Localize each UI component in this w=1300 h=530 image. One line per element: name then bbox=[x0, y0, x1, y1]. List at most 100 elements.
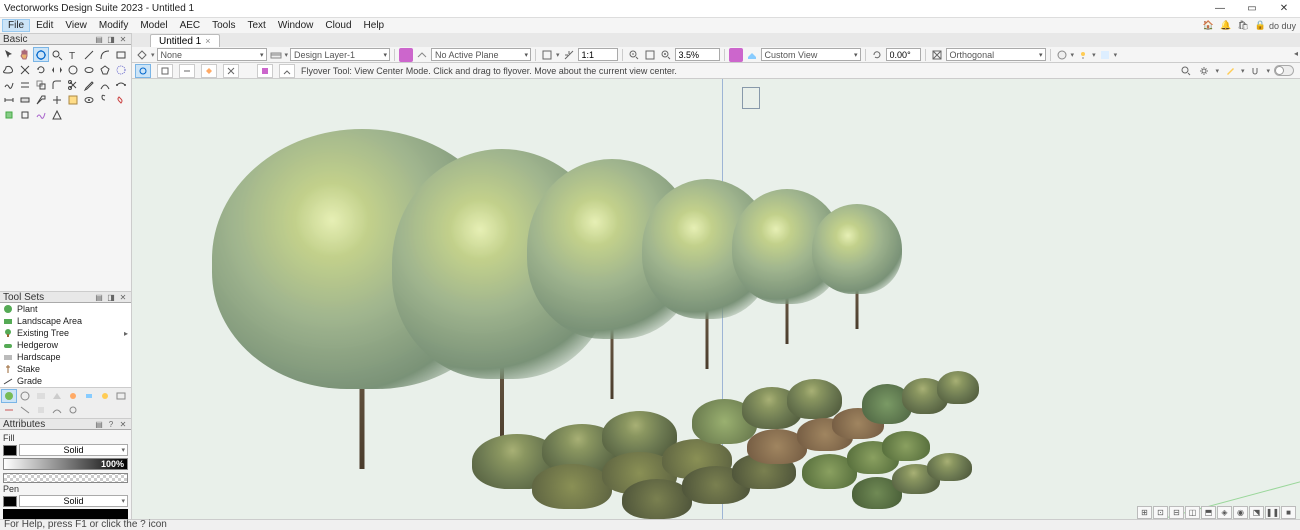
projection-icon[interactable] bbox=[930, 48, 944, 62]
toolsets-close-icon[interactable]: ✕ bbox=[118, 292, 128, 302]
tab-close-icon[interactable]: × bbox=[205, 36, 210, 46]
attributes-help-icon[interactable]: ? bbox=[106, 419, 116, 429]
eyedropper-tool[interactable] bbox=[81, 77, 97, 92]
pen-style-combo[interactable]: Solid bbox=[19, 495, 128, 507]
rotation-icon[interactable] bbox=[870, 48, 884, 62]
toolset-grade[interactable]: Grade bbox=[0, 375, 131, 387]
menu-cloud[interactable]: Cloud bbox=[319, 19, 357, 32]
saved-view-icon[interactable] bbox=[540, 48, 554, 62]
tsi-10[interactable] bbox=[17, 403, 33, 417]
toolsets-undock-icon[interactable]: ◨ bbox=[106, 292, 116, 302]
zoom-fit-icon[interactable] bbox=[643, 48, 657, 62]
minimize-button[interactable]: — bbox=[1208, 2, 1232, 16]
vp-btn-8[interactable]: ⬔ bbox=[1249, 506, 1264, 519]
snap-icon[interactable] bbox=[1248, 64, 1262, 78]
fill-opacity-slider[interactable]: 100% bbox=[3, 458, 128, 470]
maximize-button[interactable]: ▭ bbox=[1240, 2, 1264, 16]
toolset-plant[interactable]: Plant bbox=[0, 303, 131, 315]
projection-combo[interactable]: Orthogonal bbox=[946, 48, 1046, 61]
menu-help[interactable]: Help bbox=[358, 19, 391, 32]
fill-pattern-preview[interactable] bbox=[3, 473, 128, 483]
highlight-icon[interactable] bbox=[1223, 64, 1237, 78]
toolset-hardscape[interactable]: Hardscape bbox=[0, 351, 131, 363]
pen-color-swatch[interactable] bbox=[3, 496, 17, 507]
clip-tool[interactable] bbox=[65, 77, 81, 92]
offset-tool[interactable] bbox=[33, 77, 49, 92]
panel-menu-icon[interactable]: ▤ bbox=[94, 34, 104, 44]
layer-combo[interactable]: Design Layer-1 bbox=[290, 48, 390, 61]
vp-btn-7[interactable]: ◉ bbox=[1233, 506, 1248, 519]
mode-7[interactable] bbox=[279, 64, 295, 78]
render-dropdown[interactable]: ▾ bbox=[1071, 51, 1075, 59]
zoom-tool[interactable] bbox=[49, 47, 65, 62]
vp-btn-1[interactable]: ⊞ bbox=[1137, 506, 1152, 519]
vp-pause[interactable]: ❚❚ bbox=[1265, 506, 1280, 519]
tsi-7[interactable] bbox=[97, 389, 113, 403]
tsi-11[interactable] bbox=[33, 403, 49, 417]
menu-file[interactable]: File bbox=[2, 19, 30, 32]
tsi-12[interactable] bbox=[49, 403, 65, 417]
tsi-15[interactable] bbox=[97, 403, 113, 417]
symbol-tool[interactable] bbox=[113, 92, 129, 107]
dim-tool[interactable] bbox=[1, 92, 17, 107]
tsi-16[interactable] bbox=[113, 403, 129, 417]
bg-icon[interactable] bbox=[1098, 48, 1112, 62]
visibility-tool[interactable] bbox=[81, 92, 97, 107]
tsi-6[interactable] bbox=[81, 389, 97, 403]
scale-icon[interactable] bbox=[562, 48, 576, 62]
mode-4[interactable] bbox=[201, 64, 217, 78]
pen-weight-preview[interactable] bbox=[3, 509, 128, 519]
panel-undock-icon[interactable]: ◨ bbox=[106, 34, 116, 44]
tsi-2[interactable] bbox=[17, 389, 33, 403]
notification-icon[interactable]: 🔔 bbox=[1220, 20, 1231, 31]
user-badge[interactable]: 🔒 do duy bbox=[1255, 20, 1296, 31]
gear-icon[interactable] bbox=[1197, 64, 1211, 78]
snap-dropdown[interactable]: ▾ bbox=[1266, 67, 1270, 75]
menu-model[interactable]: Model bbox=[134, 19, 173, 32]
vp-btn-4[interactable]: ◫ bbox=[1185, 506, 1200, 519]
2d-locus-tool[interactable] bbox=[1, 107, 17, 122]
vp-btn-3[interactable]: ⊟ bbox=[1169, 506, 1184, 519]
rotation-input[interactable] bbox=[886, 48, 921, 61]
wall-tool[interactable] bbox=[17, 92, 33, 107]
connect-tool[interactable] bbox=[113, 77, 129, 92]
pan-tool[interactable] bbox=[17, 47, 33, 62]
tsi-8[interactable] bbox=[113, 389, 129, 403]
highlight-dropdown[interactable]: ▾ bbox=[1241, 67, 1245, 75]
selection-tool[interactable] bbox=[1, 47, 17, 62]
attr-map-tool[interactable] bbox=[65, 92, 81, 107]
menu-text[interactable]: Text bbox=[241, 19, 271, 32]
spiral-tool[interactable] bbox=[97, 92, 113, 107]
tsi-5[interactable] bbox=[65, 389, 81, 403]
view-combo[interactable]: Custom View bbox=[761, 48, 861, 61]
toolset-hedgerow[interactable]: Hedgerow bbox=[0, 339, 131, 351]
flyover-tool[interactable] bbox=[33, 47, 49, 62]
layer-icon[interactable] bbox=[269, 48, 283, 62]
class-icon[interactable] bbox=[135, 48, 149, 62]
toolset-existing-tree[interactable]: Existing Tree▸ bbox=[0, 327, 131, 339]
mode-6[interactable] bbox=[257, 64, 273, 78]
vp-btn-5[interactable]: ⬒ bbox=[1201, 506, 1216, 519]
tool-37[interactable] bbox=[65, 107, 81, 122]
toggle-switch[interactable] bbox=[1274, 65, 1294, 76]
callout-tool[interactable] bbox=[33, 92, 49, 107]
menu-tools[interactable]: Tools bbox=[206, 19, 241, 32]
menu-edit[interactable]: Edit bbox=[30, 19, 59, 32]
panel-attributes-header[interactable]: Attributes ▤ ? ✕ bbox=[0, 418, 131, 430]
rect-tool[interactable] bbox=[113, 47, 129, 62]
tsi-13[interactable] bbox=[65, 403, 81, 417]
tsi-4[interactable] bbox=[49, 389, 65, 403]
zoom-out-icon[interactable] bbox=[627, 48, 641, 62]
polyline-tool[interactable] bbox=[113, 62, 129, 77]
scale-input[interactable] bbox=[578, 48, 618, 61]
menu-aec[interactable]: AEC bbox=[174, 19, 207, 32]
locus-tool[interactable] bbox=[49, 92, 65, 107]
drawing-canvas[interactable]: ⊞ ⊡ ⊟ ◫ ⬒ ◈ ◉ ⬔ ❚❚ ■ bbox=[132, 79, 1300, 519]
lasso-tool[interactable] bbox=[1, 62, 17, 77]
class-dropdown-icon[interactable]: ▾ bbox=[151, 51, 155, 59]
3d-locus-tool[interactable] bbox=[17, 107, 33, 122]
panel-close-icon[interactable]: ✕ bbox=[118, 34, 128, 44]
mode-3[interactable] bbox=[179, 64, 195, 78]
plane-combo[interactable]: No Active Plane bbox=[431, 48, 531, 61]
home-icon[interactable]: 🏠 bbox=[1203, 20, 1214, 31]
